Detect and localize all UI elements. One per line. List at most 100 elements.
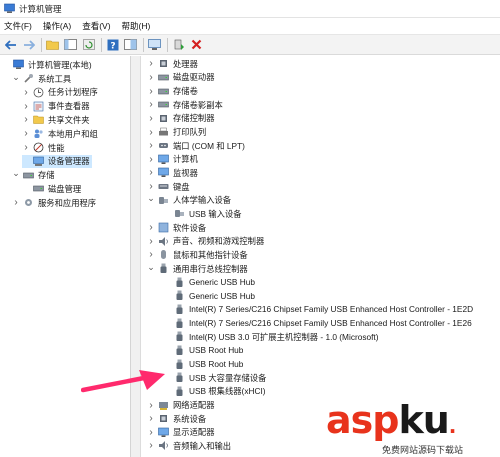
device-tree-item[interactable]: › 音频输入和输出 <box>147 439 231 453</box>
update-driver-button[interactable] <box>171 37 186 52</box>
console-tree-item[interactable]: 设备管理器 <box>22 154 92 169</box>
chevron-right-icon[interactable]: › <box>147 99 155 110</box>
device-tree-item[interactable]: ⌄ 通用串行总线控制器 <box>147 262 247 276</box>
usb-icon <box>176 331 183 342</box>
hid-icon <box>159 196 168 204</box>
chevron-right-icon[interactable]: › <box>147 86 155 97</box>
device-tree-item[interactable]: Intel(R) 7 Series/C216 Chipset Family US… <box>163 316 472 330</box>
chevron-right-icon[interactable]: › <box>22 142 30 153</box>
device-tree-item[interactable]: Intel(R) 7 Series/C216 Chipset Family US… <box>163 303 473 317</box>
device-tree-item[interactable]: USB 输入设备 <box>163 207 242 221</box>
toolbar-separator <box>143 37 144 52</box>
chevron-right-icon[interactable]: › <box>147 249 155 260</box>
device-tree-item[interactable]: › 网络适配器 <box>147 398 214 412</box>
device-tree-item[interactable]: ⌄ 人体学输入设备 <box>147 193 231 208</box>
chevron-right-icon[interactable]: › <box>147 167 155 178</box>
device-tree-item[interactable]: › 显示适配器 <box>147 426 214 440</box>
device-tree-item[interactable]: USB 大容量存储设备 <box>163 371 266 385</box>
chevron-down-icon[interactable]: ⌄ <box>12 168 20 178</box>
device-tree-item[interactable]: › 监视器 <box>147 166 198 180</box>
device-tree-item[interactable]: Generic USB Hub <box>163 275 255 289</box>
menu-action[interactable]: 操作(A) <box>43 20 71 32</box>
menu-view[interactable]: 查看(V) <box>82 20 110 32</box>
keyboard-icon <box>158 184 169 190</box>
device-tree-item[interactable]: › 软件设备 <box>147 221 206 235</box>
device-tree-item[interactable]: › 鼠标和其他指针设备 <box>147 248 247 262</box>
chevron-right-icon[interactable]: › <box>22 114 30 125</box>
device-tree-item[interactable]: Intel(R) USB 3.0 可扩展主机控制器 - 1.0 (Microso… <box>163 330 378 344</box>
console-tree-item-label: 共享文件夹 <box>48 114 90 125</box>
device-tree-item-label: 存储卷 <box>173 86 198 97</box>
console-tree-item-label: 计算机管理(本地) <box>28 59 92 70</box>
chevron-right-icon[interactable]: › <box>147 440 155 451</box>
forward-button[interactable] <box>21 37 36 52</box>
console-tree-item[interactable]: ⌄ 存储 <box>12 168 54 182</box>
device-tree-item-label: 键盘 <box>173 181 190 192</box>
device-tree-item[interactable]: USB 根集线器(xHCI) <box>163 385 266 399</box>
device-tree-item-label: 打印队列 <box>173 127 207 137</box>
chevron-right-icon[interactable]: › <box>147 222 155 233</box>
arrow-right-icon <box>23 39 35 50</box>
up-folder-button[interactable] <box>45 37 60 52</box>
device-tree-item[interactable]: › 存储控制器 <box>147 112 214 126</box>
chevron-right-icon[interactable]: › <box>147 58 155 69</box>
chevron-right-icon[interactable]: › <box>22 87 30 98</box>
menu-help[interactable]: 帮助(H) <box>122 20 151 32</box>
device-tree-item[interactable]: › 打印队列 <box>147 125 206 139</box>
chevron-right-icon[interactable]: › <box>147 72 155 83</box>
chevron-down-icon[interactable]: ⌄ <box>147 262 155 272</box>
console-tree-item[interactable]: ⌄ 系统工具 <box>12 72 71 86</box>
chevron-right-icon[interactable]: › <box>147 427 155 438</box>
chevron-right-icon[interactable]: › <box>12 197 20 208</box>
uninstall-device-button[interactable] <box>189 37 204 52</box>
show-hide-tree-button[interactable] <box>63 37 78 52</box>
device-tree-item[interactable]: › 系统设备 <box>147 412 206 426</box>
refresh-button[interactable] <box>81 37 96 52</box>
storage-controller-icon <box>160 114 167 122</box>
storage-icon <box>23 172 34 178</box>
device-tree-item[interactable]: › 存储卷 <box>147 84 198 98</box>
console-tree-item-label: 系统工具 <box>38 73 72 84</box>
help-button[interactable]: ? <box>105 37 120 52</box>
chevron-right-icon[interactable]: › <box>147 154 155 165</box>
console-tree-item-label: 任务计划程序 <box>48 87 98 98</box>
chevron-right-icon[interactable]: › <box>147 127 155 138</box>
chevron-right-icon[interactable]: › <box>22 101 30 112</box>
chevron-right-icon[interactable]: › <box>147 113 155 124</box>
console-tree-item[interactable]: › 本地用户和组 <box>22 127 97 141</box>
console-tree-item[interactable]: › 事件查看器 <box>22 99 89 113</box>
annotation-arrow <box>81 370 165 393</box>
device-tree-item[interactable]: › 处理器 <box>147 57 198 71</box>
device-tree-item[interactable]: › 声音、视频和游戏控制器 <box>147 234 264 248</box>
device-tree-item[interactable]: USB Root Hub <box>163 357 243 371</box>
network-adapter-icon <box>159 401 168 410</box>
device-tree-item[interactable]: › 磁盘驱动器 <box>147 71 214 85</box>
chevron-right-icon[interactable]: › <box>147 236 155 247</box>
console-tree-item[interactable]: 磁盘管理 <box>22 182 81 196</box>
chevron-down-icon[interactable]: ⌄ <box>147 193 155 203</box>
scan-hardware-button[interactable] <box>147 37 162 52</box>
properties-button[interactable] <box>123 37 138 52</box>
console-tree-item[interactable]: › 共享文件夹 <box>22 113 90 127</box>
console-tree-item[interactable]: › 服务和应用程序 <box>12 196 96 210</box>
device-tree-item[interactable]: › 端口 (COM 和 LPT) <box>147 139 245 153</box>
chevron-down-icon[interactable]: ⌄ <box>12 72 20 82</box>
console-tree-item[interactable]: › 性能 <box>22 141 64 155</box>
device-tree-item[interactable]: › 计算机 <box>147 153 198 167</box>
device-tree-item[interactable]: › 键盘 <box>147 180 190 194</box>
console-tree-item[interactable]: › 任务计划程序 <box>22 86 98 100</box>
chevron-right-icon[interactable]: › <box>147 181 155 192</box>
device-tree-item[interactable]: USB Root Hub <box>163 344 243 358</box>
back-button[interactable] <box>3 37 18 52</box>
chevron-right-icon[interactable]: › <box>147 413 155 424</box>
computer-management-icon <box>4 3 15 13</box>
chevron-right-icon[interactable]: › <box>147 400 155 411</box>
device-tree-item[interactable]: › 存储卷影副本 <box>147 98 222 112</box>
device-tree-item[interactable]: Generic USB Hub <box>163 289 255 303</box>
menu-file[interactable]: 文件(F) <box>4 20 32 32</box>
chevron-right-icon[interactable]: › <box>22 128 30 139</box>
volume-icon <box>158 101 169 108</box>
chevron-right-icon[interactable]: › <box>147 140 155 151</box>
console-tree-item[interactable]: 计算机管理(本地) <box>2 58 92 72</box>
